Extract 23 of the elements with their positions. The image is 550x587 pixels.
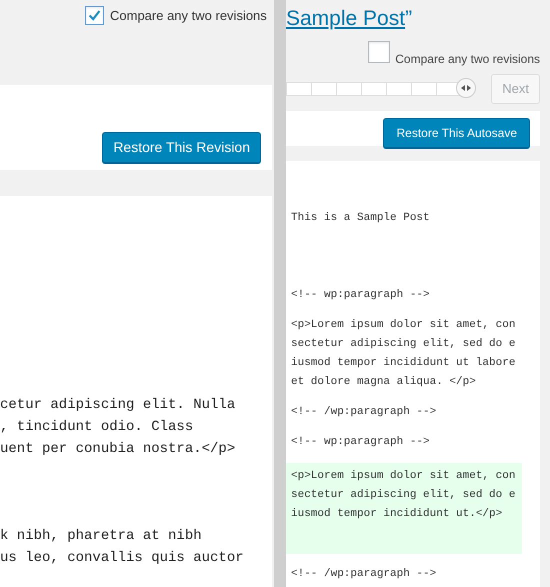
- checkbox[interactable]: [85, 6, 104, 25]
- code-text: <p>Lorem ipsum dolor sit amet, consectetur adipiscing elit, sed do eiusmod tempor incididunt ut.</p>: [291, 468, 516, 522]
- restore-autosave-button[interactable]: Restore This Autosave: [383, 118, 530, 148]
- code-line: cetur adipiscing elit. Nulla: [0, 396, 236, 415]
- code-text: This is a Sample Post: [291, 210, 431, 226]
- code-comment: <!-- wp:paragraph -->: [291, 288, 431, 302]
- code-line: , tincidunt odio. Class: [0, 418, 194, 437]
- restore-revision-button[interactable]: Restore This Revision: [102, 132, 261, 163]
- quote-mark: ”: [405, 7, 412, 30]
- checkbox-label: Compare any two revisions: [395, 51, 540, 68]
- checkbox-label: Compare any two revisions: [110, 7, 267, 25]
- code-line: k nibh, pharetra at nibh: [0, 527, 202, 546]
- post-title-link[interactable]: Sample Post: [286, 7, 406, 30]
- slider-track[interactable]: [286, 78, 478, 100]
- code-comment: <!-- wp:paragraph -->: [291, 434, 431, 450]
- slider-handle[interactable]: [456, 78, 476, 98]
- code-comment: <!-- /wp:paragraph -->: [291, 404, 438, 420]
- arrows-icon: [461, 84, 471, 91]
- code-text: <p>Lorem ipsum dolor sit amet, consectetur adipiscing elit, sed do eiusmod tempor incididunt ut labore et dolore magna aliqua. </p>: [291, 318, 516, 390]
- code-line: us leo, convallis quis auctor: [0, 549, 244, 568]
- checkbox[interactable]: [368, 41, 390, 63]
- code-comment: <!-- /wp:paragraph -->: [291, 566, 438, 582]
- code-line: uent per conubia nostra.</p>: [0, 440, 236, 459]
